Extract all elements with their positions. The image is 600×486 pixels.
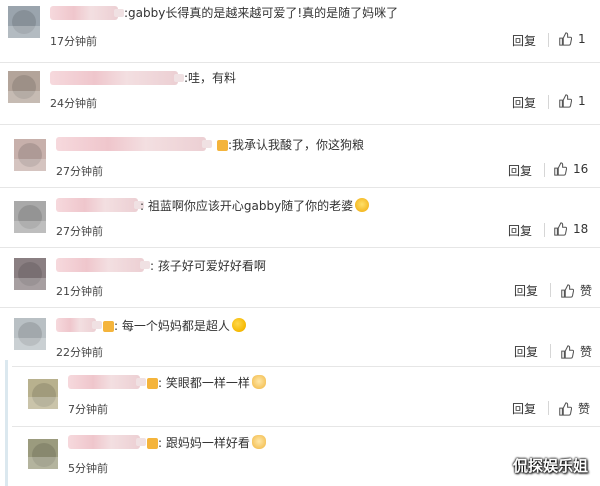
like-count: 16 <box>573 162 589 176</box>
like-count: 赞 <box>580 284 593 298</box>
like-button[interactable]: 18 <box>553 222 588 236</box>
like-button[interactable]: 1 <box>558 94 586 108</box>
reply-thread-rail <box>0 360 8 486</box>
avatar[interactable] <box>14 258 46 290</box>
avatar[interactable] <box>14 139 46 171</box>
username-blurred[interactable] <box>68 375 146 389</box>
username-blurred[interactable] <box>50 6 124 20</box>
comment-text: :我承认我酸了，你这狗粮 <box>228 138 365 152</box>
reply-button[interactable]: 回复 <box>508 222 532 239</box>
avatar[interactable] <box>28 439 58 469</box>
reply-button[interactable]: 回复 <box>512 32 536 49</box>
badge-icon <box>217 140 228 151</box>
timestamp: 22分钟前 <box>56 346 103 359</box>
username-blurred[interactable] <box>50 71 184 85</box>
divider <box>544 223 545 237</box>
reply-button[interactable]: 回复 <box>514 282 538 299</box>
comment-text: : 笑眼都一样一样 <box>158 375 266 391</box>
thumbs-up-icon <box>559 32 572 46</box>
timestamp: 5分钟前 <box>68 462 108 475</box>
comment-1: :gabby长得真的是越来越可爱了!真的是随了妈咪了 17分钟前 回复 1 <box>0 0 600 58</box>
like-count: 赞 <box>578 402 591 416</box>
thumbs-up-icon <box>559 401 572 416</box>
username-blurred[interactable] <box>56 198 144 212</box>
comment-4: : 祖蓝啊你应该开心gabby随了你的老婆 27分钟前 回复 18 <box>0 187 600 245</box>
comment-6: : 每一个妈妈都是超人 22分钟前 回复 赞 <box>0 307 600 365</box>
comment-2: :哇，有料 24分钟前 回复 1 <box>0 62 600 120</box>
like-button[interactable]: 赞 <box>560 343 592 360</box>
timestamp: 21分钟前 <box>56 285 103 298</box>
cat-emoji-icon <box>251 435 266 449</box>
reply-button[interactable]: 回复 <box>508 162 532 179</box>
divider <box>550 283 551 297</box>
badge-icon <box>103 321 114 332</box>
laughing-emoji-icon <box>355 198 370 212</box>
like-button[interactable]: 赞 <box>558 400 590 417</box>
like-count: 1 <box>578 94 586 108</box>
comment-text: : 每一个妈妈都是超人 <box>114 318 246 334</box>
comment-3: :我承认我酸了，你这狗粮 27分钟前 回复 16 <box>0 124 600 184</box>
username-blurred[interactable] <box>68 435 146 449</box>
comment-text: :gabby长得真的是越来越可爱了!真的是随了妈咪了 <box>124 6 399 20</box>
timestamp: 17分钟前 <box>50 35 97 48</box>
reply-button[interactable]: 回复 <box>512 94 536 111</box>
reply-button[interactable]: 回复 <box>512 400 536 417</box>
divider <box>544 163 545 177</box>
like-count: 赞 <box>580 345 593 359</box>
avatar[interactable] <box>8 71 40 103</box>
reply-button[interactable]: 回复 <box>514 343 538 360</box>
watermark: 侃探娱乐姐 <box>512 457 588 475</box>
divider <box>548 401 549 415</box>
username-blurred[interactable] <box>56 318 102 332</box>
timestamp: 27分钟前 <box>56 225 103 238</box>
comment-7: : 笑眼都一样一样 7分钟前 回复 赞 <box>12 366 600 424</box>
badge-icon <box>147 378 158 389</box>
thumbs-up-icon <box>559 94 572 108</box>
cat-emoji-icon <box>251 375 266 389</box>
username-blurred[interactable] <box>56 258 150 272</box>
thumbs-up-icon <box>561 283 574 298</box>
comment-text: : 孩子好可爱好好看啊 <box>150 259 266 273</box>
avatar[interactable] <box>14 201 46 233</box>
divider <box>550 344 551 358</box>
tongue-emoji-icon <box>231 318 246 332</box>
thumbs-up-icon <box>554 222 567 236</box>
badge-icon <box>147 438 158 449</box>
thumbs-up-icon <box>554 162 567 176</box>
timestamp: 27分钟前 <box>56 165 103 178</box>
timestamp: 24分钟前 <box>50 97 97 110</box>
avatar[interactable] <box>14 318 46 350</box>
comment-text: :哇，有料 <box>184 71 237 85</box>
comment-8: : 跟妈妈一样好看 5分钟前 <box>12 426 600 486</box>
avatar[interactable] <box>28 379 58 409</box>
like-button[interactable]: 16 <box>553 162 588 176</box>
comment-5: : 孩子好可爱好好看啊 21分钟前 回复 赞 <box>0 247 600 307</box>
divider <box>548 95 549 109</box>
like-button[interactable]: 1 <box>558 32 586 46</box>
like-count: 18 <box>573 222 589 236</box>
like-count: 1 <box>578 32 586 46</box>
divider <box>548 33 549 47</box>
comment-text: : 跟妈妈一样好看 <box>158 435 266 451</box>
username-blurred[interactable] <box>56 137 212 151</box>
timestamp: 7分钟前 <box>68 403 108 416</box>
thumbs-up-icon <box>561 344 574 359</box>
comment-text: : 祖蓝啊你应该开心gabby随了你的老婆 <box>140 198 370 214</box>
avatar[interactable] <box>8 6 40 38</box>
like-button[interactable]: 赞 <box>560 282 592 299</box>
